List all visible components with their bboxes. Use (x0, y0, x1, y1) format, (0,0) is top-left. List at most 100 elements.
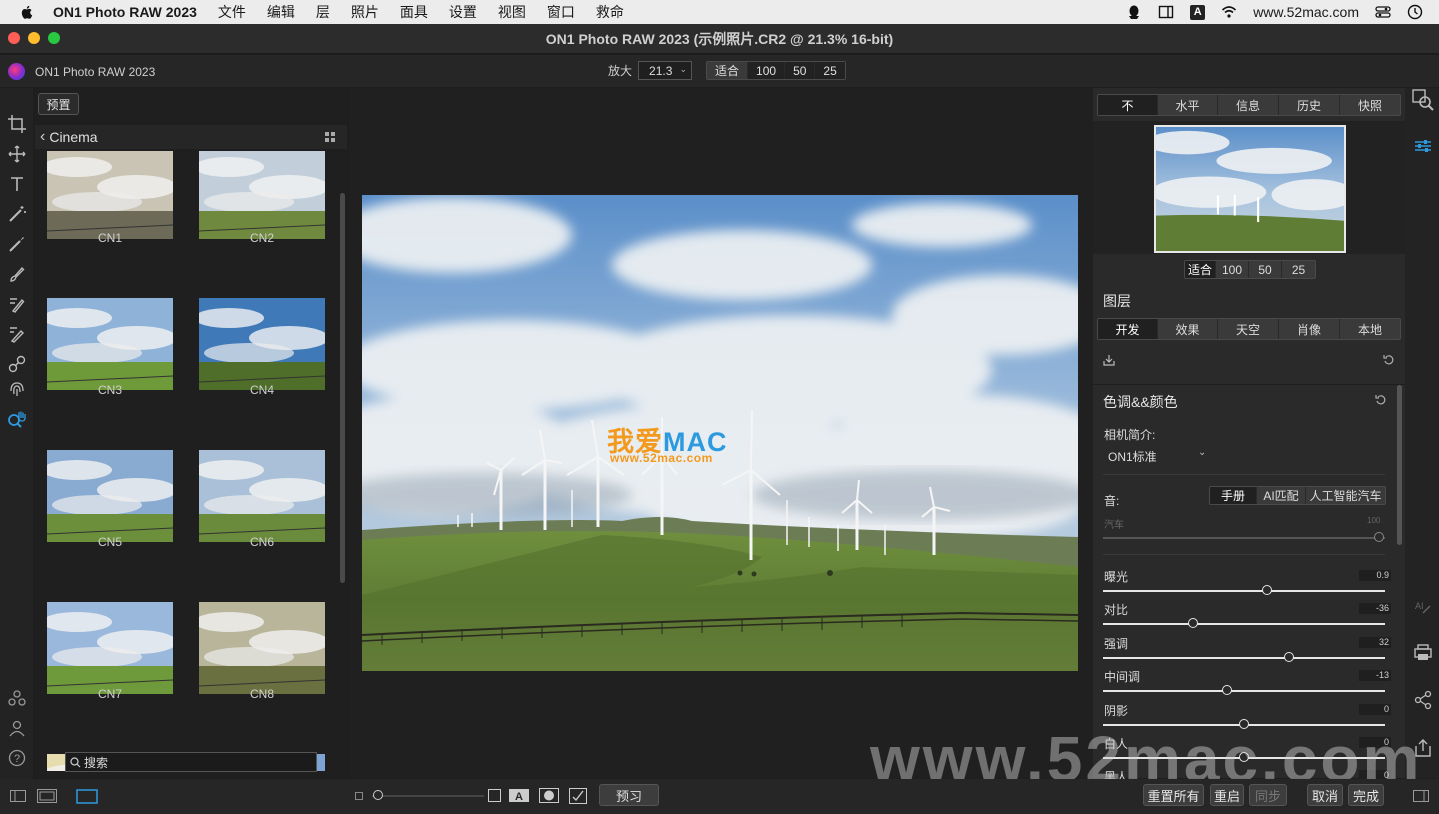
thumb-size-knob[interactable] (373, 790, 383, 800)
presets-scrollbar[interactable] (340, 193, 345, 583)
preset-search-input[interactable]: 搜索 (65, 752, 317, 772)
wifi-icon[interactable] (1221, 4, 1237, 20)
tone-mode-ai-auto[interactable]: 人工智能汽车 (1306, 487, 1385, 504)
camera-profile-select[interactable]: ON1标准 ⌄ (1108, 447, 1208, 465)
navigator-thumbnail[interactable] (1154, 125, 1346, 253)
tab-develop[interactable]: 开发 (1098, 319, 1158, 339)
tone-mode-manual[interactable]: 手册 (1210, 487, 1257, 504)
chevron-left-icon[interactable]: ‹ (40, 128, 45, 146)
single-view-icon[interactable] (76, 789, 98, 804)
menu-photo[interactable]: 照片 (351, 2, 379, 22)
grid-view-icon[interactable] (325, 132, 335, 142)
slider-knob[interactable] (1222, 685, 1233, 696)
browse-zoom-icon[interactable] (1411, 88, 1435, 112)
slider-knob[interactable] (1188, 618, 1199, 629)
input-method-icon[interactable]: A (1190, 4, 1206, 20)
slider-value[interactable]: 0.9 (1359, 570, 1391, 581)
retouch-icon[interactable] (7, 354, 27, 374)
menu-file[interactable]: 文件 (218, 2, 246, 22)
preset-thumbnail[interactable] (199, 298, 325, 390)
text-overlay-icon[interactable]: A (509, 789, 529, 802)
compare-icon[interactable] (569, 788, 587, 804)
zoom-window-button[interactable] (48, 32, 60, 44)
ai-effects-icon[interactable] (7, 688, 27, 708)
preset-thumbnail[interactable] (47, 151, 173, 239)
auto-slider-knob[interactable] (1374, 532, 1384, 542)
zoom-fit-button[interactable]: 适合 (707, 62, 749, 79)
cancel-button[interactable]: 取消 (1307, 784, 1343, 806)
slider-value[interactable]: 32 (1359, 636, 1391, 648)
brush-icon[interactable] (7, 234, 27, 254)
tab-local[interactable]: 本地 (1340, 319, 1400, 339)
preset-thumbnail[interactable] (199, 602, 325, 694)
import-icon[interactable] (1103, 354, 1115, 366)
menu-settings[interactable]: 设置 (449, 2, 477, 22)
tab-portrait[interactable]: 肖像 (1279, 319, 1340, 339)
ai-compare-icon[interactable]: AI (1413, 598, 1433, 618)
tab-none[interactable]: 不 (1098, 95, 1158, 115)
zoom-25-button[interactable]: 25 (815, 62, 845, 79)
tab-level[interactable]: 水平 (1158, 95, 1218, 115)
move-icon[interactable] (7, 144, 27, 164)
share-icon[interactable] (1413, 690, 1433, 710)
slider-track[interactable] (1103, 623, 1385, 626)
preset-category-header[interactable]: ‹ Cinema (35, 125, 347, 149)
minimize-window-button[interactable] (28, 32, 40, 44)
portrait-icon[interactable] (7, 718, 27, 738)
control-center-icon[interactable] (1375, 4, 1391, 20)
qq-icon[interactable] (1126, 4, 1142, 20)
text-icon[interactable] (7, 174, 27, 194)
zoom-50-button[interactable]: 50 (785, 62, 816, 79)
slider-value[interactable]: 0 (1359, 703, 1391, 715)
preview-button[interactable]: 预习 (599, 784, 659, 806)
menu-window[interactable]: 窗口 (547, 2, 575, 22)
tab-effects[interactable]: 效果 (1158, 319, 1218, 339)
masking-brush-icon[interactable] (7, 294, 27, 314)
section-reset-icon[interactable] (1375, 394, 1387, 406)
paint-brush-icon[interactable] (7, 264, 27, 284)
edit-panel-scrollbar[interactable] (1397, 385, 1402, 545)
preset-thumbnail[interactable] (199, 151, 325, 239)
close-window-button[interactable] (8, 32, 20, 44)
slider-knob[interactable] (1261, 585, 1272, 595)
slider-track[interactable] (1103, 656, 1385, 659)
slider-knob[interactable] (1284, 651, 1295, 662)
tab-info[interactable]: 信息 (1218, 95, 1279, 115)
menu-help[interactable]: 救命 (596, 2, 624, 22)
nav-zoom-fit[interactable]: 适合 (1185, 261, 1216, 278)
sidebar-toggle-icon[interactable] (1158, 4, 1174, 20)
presets-button[interactable]: 预置 (38, 93, 79, 115)
preset-thumbnail[interactable] (47, 298, 173, 390)
slider-track[interactable] (1103, 590, 1385, 592)
menu-app-name[interactable]: ON1 Photo RAW 2023 (53, 4, 197, 20)
reset-icon[interactable] (1383, 354, 1395, 366)
tab-history[interactable]: 历史 (1279, 95, 1340, 115)
adjust-sliders-icon[interactable] (1413, 136, 1433, 156)
apple-icon[interactable] (19, 4, 35, 20)
reset-all-button[interactable]: 重置所有 (1143, 784, 1204, 806)
zoom-select[interactable]: 21.3 ⌄ (638, 61, 693, 80)
menu-layer[interactable]: 层 (316, 2, 330, 22)
menu-view[interactable]: 视图 (498, 2, 526, 22)
tab-snapshots[interactable]: 快照 (1340, 95, 1400, 115)
tone-mode-ai-match[interactable]: AI匹配 (1257, 487, 1306, 504)
print-icon[interactable] (1413, 642, 1433, 662)
preset-thumbnail[interactable] (47, 602, 173, 694)
slider-value[interactable]: -36 (1359, 603, 1391, 615)
preset-thumbnail[interactable] (47, 450, 173, 542)
help-icon[interactable]: ? (7, 748, 27, 768)
left-panel-toggle-icon[interactable] (10, 790, 26, 802)
thumb-size-slider[interactable] (372, 795, 484, 797)
sync-button[interactable]: 同步 (1249, 784, 1287, 806)
nav-zoom-100[interactable]: 100 (1216, 261, 1249, 278)
reset-button[interactable]: 重启 (1210, 784, 1244, 806)
mask-overlay-icon[interactable] (539, 788, 559, 803)
clock-icon[interactable] (1407, 4, 1423, 20)
refine-brush-icon[interactable] (7, 324, 27, 344)
filmstrip-icon[interactable] (37, 789, 57, 803)
preset-thumbnail[interactable] (199, 450, 325, 542)
menu-mask[interactable]: 面具 (400, 2, 428, 22)
menu-edit[interactable]: 编辑 (267, 2, 295, 22)
done-button[interactable]: 完成 (1348, 784, 1384, 806)
slider-value[interactable]: -13 (1359, 670, 1391, 682)
